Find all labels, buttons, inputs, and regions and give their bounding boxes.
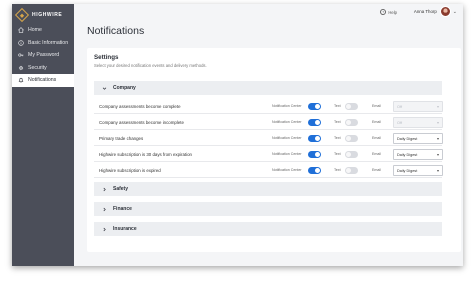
settings-subtitle: Select your desired notification events … — [94, 63, 207, 68]
chevron-right-icon — [102, 227, 107, 232]
text-toggle[interactable] — [345, 102, 358, 110]
section-company[interactable]: Company — [94, 81, 442, 95]
notification-center-label: Notification Center — [272, 152, 302, 156]
app-window: HIGHWIRE Home Basic Information My Passw… — [12, 4, 463, 266]
sidebar-item-notifications[interactable]: Notifications — [12, 74, 74, 87]
page-title: Notifications — [87, 25, 145, 37]
row-label: Highwire subscription is expired — [99, 167, 161, 173]
notification-center-label: Notification Center — [272, 120, 302, 124]
email-label: Email — [372, 168, 381, 172]
email-label: Email — [372, 152, 381, 156]
table-row: Primary trade changes Notification Cente… — [94, 130, 443, 146]
text-toggle[interactable] — [345, 118, 358, 126]
notification-center-toggle[interactable] — [308, 134, 321, 142]
section-title: Insurance — [113, 226, 137, 232]
section-title: Company — [113, 85, 136, 91]
email-select[interactable]: Off ▾ — [393, 100, 443, 112]
user-name: Anna Thorp — [413, 9, 437, 14]
sidebar-item-security[interactable]: Security — [12, 62, 74, 75]
sidebar-item-basic-information[interactable]: Basic Information — [12, 37, 74, 50]
bell-icon — [18, 77, 24, 83]
email-select[interactable]: Daily Digest ▾ — [393, 164, 443, 176]
chevron-right-icon — [102, 187, 107, 192]
row-label: Primary trade changes — [99, 135, 144, 141]
sidebar-item-home[interactable]: Home — [12, 24, 74, 37]
table-row: Highwire subscription is 30 days from ex… — [94, 146, 443, 162]
email-select[interactable]: Daily Digest ▾ — [393, 148, 443, 160]
brand[interactable]: HIGHWIRE — [14, 7, 63, 23]
text-label: Text — [334, 136, 341, 140]
user-menu[interactable]: Anna Thorp ⌄ — [414, 6, 457, 17]
chevron-down-icon: ▾ — [436, 119, 439, 125]
notification-center-toggle[interactable] — [308, 166, 321, 174]
info-icon — [18, 40, 24, 46]
chevron-down-icon: ⌄ — [452, 8, 457, 15]
text-label: Text — [334, 168, 341, 172]
sidebar-nav: Home Basic Information My Password Secur… — [12, 24, 74, 87]
section-finance[interactable]: Finance — [94, 202, 442, 216]
email-select[interactable]: Off ▾ — [393, 116, 443, 128]
text-toggle[interactable] — [345, 166, 358, 174]
sidebar-item-label: Home — [28, 27, 42, 34]
row-label: Highwire subscription is 30 days from ex… — [99, 151, 192, 157]
help-icon: ? — [380, 9, 387, 15]
notification-center-toggle[interactable] — [308, 102, 321, 110]
sidebar-item-label: Basic Information — [28, 39, 69, 46]
chevron-down-icon: ▾ — [436, 167, 439, 173]
key-icon — [18, 52, 24, 58]
sidebar-item-my-password[interactable]: My Password — [12, 49, 74, 62]
text-toggle[interactable] — [345, 150, 358, 158]
section-title: Finance — [113, 206, 132, 212]
sidebar-item-label: Security — [28, 64, 47, 71]
section-insurance[interactable]: Insurance — [94, 222, 442, 236]
sidebar-item-label: Notifications — [28, 77, 57, 84]
notification-center-toggle[interactable] — [308, 150, 321, 158]
chevron-down-icon — [102, 86, 107, 91]
notification-center-label: Notification Center — [272, 104, 302, 108]
chevron-down-icon: ▾ — [436, 151, 439, 157]
text-label: Text — [334, 120, 341, 124]
row-label: Company assessments become incomplete — [99, 119, 184, 125]
table-row: Company assessments become complete Noti… — [94, 98, 443, 114]
text-label: Text — [334, 104, 341, 108]
email-label: Email — [372, 136, 381, 140]
topbar: ? Help Anna Thorp ⌄ — [74, 4, 463, 18]
table-row: Highwire subscription is expired Notific… — [94, 162, 443, 178]
section-safety[interactable]: Safety — [94, 182, 442, 196]
text-toggle[interactable] — [345, 134, 358, 142]
sidebar-item-label: My Password — [28, 52, 60, 59]
email-select[interactable]: Daily Digest ▾ — [393, 132, 443, 144]
settings-title: Settings — [94, 54, 119, 61]
notification-center-toggle[interactable] — [308, 118, 321, 126]
help-label: Help — [388, 9, 397, 15]
help-link[interactable]: ? Help — [380, 9, 397, 15]
email-label: Email — [372, 104, 381, 108]
table-row: Company assessments become incomplete No… — [94, 114, 443, 130]
gear-icon — [18, 65, 24, 71]
notification-center-label: Notification Center — [272, 136, 302, 140]
highwire-logo-icon — [14, 7, 30, 23]
brand-name: HIGHWIRE — [32, 12, 63, 18]
home-icon — [18, 27, 24, 33]
avatar — [439, 6, 451, 17]
row-label: Company assessments become complete — [99, 103, 181, 109]
chevron-down-icon: ▾ — [436, 135, 439, 141]
sidebar: HIGHWIRE Home Basic Information My Passw… — [12, 4, 74, 266]
chevron-down-icon: ▾ — [436, 103, 439, 109]
section-title: Safety — [113, 186, 129, 192]
settings-card: Settings Select your desired notificatio… — [87, 48, 461, 252]
text-label: Text — [334, 152, 341, 156]
notification-center-label: Notification Center — [272, 168, 302, 172]
email-label: Email — [372, 120, 381, 124]
chevron-right-icon — [102, 207, 107, 212]
